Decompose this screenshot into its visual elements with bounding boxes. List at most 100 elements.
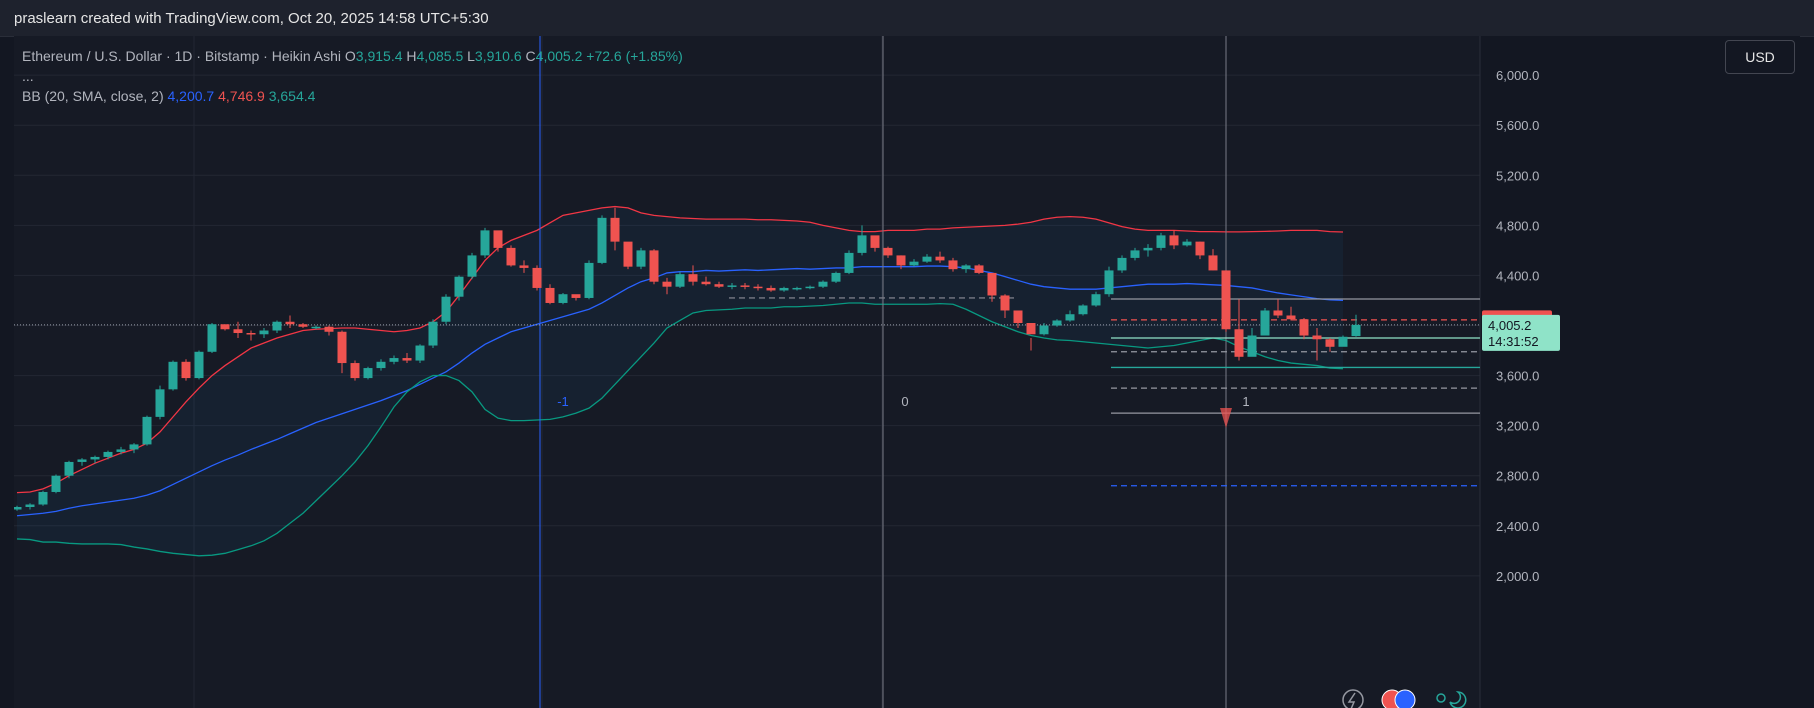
candle-body[interactable] (896, 255, 906, 266)
candle-body[interactable] (376, 361, 386, 369)
candle-body[interactable] (1130, 250, 1140, 258)
candle-body[interactable] (818, 281, 828, 287)
candle-body[interactable] (662, 281, 672, 287)
chart-frame[interactable]: -1 0 1 2,000.0 2,400.0 2,800.0 3,200.0 3,600.0 4… (14, 36, 1800, 708)
bb-row[interactable]: BB (20, SMA, close, 2) 4,200.7 4,746.9 3… (22, 86, 683, 106)
candle-body[interactable] (1156, 235, 1166, 248)
candle-body[interactable] (324, 326, 334, 332)
candle-body[interactable] (545, 287, 555, 303)
candle-body[interactable] (701, 281, 711, 285)
candle-body[interactable] (571, 294, 581, 298)
candle-body[interactable] (870, 235, 880, 248)
candle-body[interactable] (714, 284, 724, 287)
candle-body[interactable] (909, 261, 919, 266)
candle-body[interactable] (1052, 320, 1062, 326)
candle-body[interactable] (64, 461, 74, 476)
candle-body[interactable] (14, 507, 22, 510)
candle-body[interactable] (311, 326, 321, 329)
candle-body[interactable] (922, 256, 932, 262)
candle-body[interactable] (389, 358, 399, 362)
candle-body[interactable] (766, 287, 776, 291)
candle-body[interactable] (857, 235, 867, 253)
candle-body[interactable] (623, 241, 633, 267)
candle-body[interactable] (649, 250, 659, 282)
candle-body[interactable] (155, 389, 165, 417)
candle-body[interactable] (1338, 336, 1348, 347)
candle-body[interactable] (142, 416, 152, 445)
candle-body[interactable] (285, 321, 295, 325)
candle-body[interactable] (1208, 255, 1218, 271)
candle-body[interactable] (792, 287, 802, 290)
candle-body[interactable] (337, 331, 347, 364)
candle-body[interactable] (363, 368, 373, 379)
candle-body[interactable] (103, 451, 113, 457)
candle-body[interactable] (1260, 310, 1270, 336)
candle-body[interactable] (116, 449, 126, 452)
candle-body[interactable] (38, 491, 48, 505)
candle-body[interactable] (844, 252, 854, 273)
candle-body[interactable] (402, 358, 412, 361)
candle-body[interactable] (1286, 315, 1296, 320)
candle-body[interactable] (259, 330, 269, 335)
candle-body[interactable] (610, 217, 620, 242)
candle-body[interactable] (194, 351, 204, 379)
candle-body[interactable] (493, 230, 503, 248)
candle-body[interactable] (1104, 270, 1114, 295)
candle-body[interactable] (935, 256, 945, 261)
candle-body[interactable] (779, 287, 789, 291)
currency-button[interactable]: USD (1725, 40, 1795, 74)
candle-body[interactable] (51, 475, 61, 492)
symbol-row[interactable]: Ethereum / U.S. Dollar · 1D · Bitstamp ·… (22, 46, 683, 66)
candle-body[interactable] (1000, 295, 1010, 311)
candle-body[interactable] (974, 265, 984, 273)
candle-body[interactable] (506, 247, 516, 266)
candle-body[interactable] (25, 504, 35, 508)
price-chart[interactable]: -1 0 1 2,000.0 2,400.0 2,800.0 3,200.0 3,600.0 4… (14, 36, 1800, 708)
candle-body[interactable] (1117, 257, 1127, 271)
candle-body[interactable] (831, 272, 841, 282)
candle-body[interactable] (688, 274, 698, 282)
candle-body[interactable] (753, 286, 763, 289)
candle-body[interactable] (1299, 319, 1309, 336)
symbol-title[interactable]: Ethereum / U.S. Dollar · 1D · Bitstamp ·… (22, 48, 341, 64)
candle-body[interactable] (1351, 324, 1361, 337)
candle-body[interactable] (454, 276, 464, 297)
candle-body[interactable] (207, 324, 217, 352)
candle-body[interactable] (415, 345, 425, 361)
candle-body[interactable] (90, 456, 100, 460)
candle-body[interactable] (727, 285, 737, 287)
candle-body[interactable] (1325, 339, 1335, 347)
lightning-icon[interactable] (1347, 692, 1356, 708)
moon-icon[interactable] (1449, 691, 1467, 708)
candle-body[interactable] (480, 230, 490, 256)
candle-body[interactable] (584, 262, 594, 298)
candle-body[interactable] (1143, 247, 1153, 251)
legend-more[interactable]: ... (22, 66, 683, 86)
candle-body[interactable] (1182, 241, 1192, 246)
candle-body[interactable] (1273, 310, 1283, 316)
candle-body[interactable] (428, 321, 438, 346)
candle-body[interactable] (246, 333, 256, 335)
candle-body[interactable] (675, 274, 685, 287)
candle-body[interactable] (1312, 335, 1322, 340)
candle-body[interactable] (1091, 294, 1101, 306)
candle-body[interactable] (272, 321, 282, 331)
candle-body[interactable] (1234, 329, 1244, 357)
candle-body[interactable] (961, 265, 971, 270)
candle-body[interactable] (298, 324, 308, 327)
candle-body[interactable] (1247, 335, 1257, 357)
candle-body[interactable] (168, 361, 178, 390)
candle-body[interactable] (233, 329, 243, 334)
candle-body[interactable] (1026, 322, 1036, 335)
candle-body[interactable] (129, 444, 139, 450)
candle-body[interactable] (1221, 270, 1231, 330)
candle-body[interactable] (1039, 325, 1049, 335)
candle-body[interactable] (519, 265, 529, 268)
candle-body[interactable] (181, 361, 191, 379)
flag-icon[interactable] (1394, 689, 1416, 708)
candle-body[interactable] (532, 267, 542, 288)
candle-body[interactable] (1065, 314, 1075, 321)
candle-body[interactable] (805, 286, 815, 289)
candle-body[interactable] (441, 296, 451, 322)
candle-body[interactable] (636, 250, 646, 267)
